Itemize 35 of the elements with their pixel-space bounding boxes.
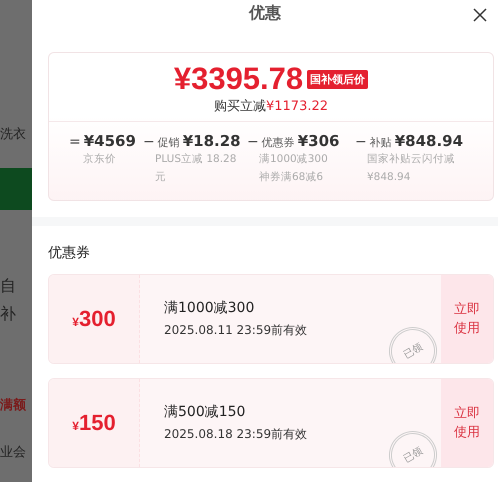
breakdown-label: 补贴 bbox=[370, 135, 392, 150]
operator-sign: − bbox=[247, 134, 259, 150]
close-icon[interactable] bbox=[472, 7, 488, 23]
breakdown-amount: ¥18.28 bbox=[182, 132, 241, 150]
background-text: 满额 bbox=[0, 396, 27, 414]
panel-title: 优惠 bbox=[249, 2, 281, 24]
breakdown-note: PLUS立减 18.28元 bbox=[154, 152, 238, 186]
coupon-validity: 2025.08.11 23:59前有效 bbox=[164, 322, 308, 339]
coupon-amount: ¥300 bbox=[72, 306, 116, 332]
operator-sign: − bbox=[143, 134, 155, 150]
background-text: 洗衣 bbox=[0, 126, 27, 143]
saving-text: 购买立减¥1173.22 bbox=[214, 98, 328, 116]
breakdown-note: 京东价 bbox=[82, 152, 117, 168]
background-text: 业会 bbox=[0, 444, 27, 461]
background-text: 自 bbox=[0, 276, 17, 297]
breakdown-label: 优惠券 bbox=[262, 135, 295, 150]
section-heading: 优惠券 bbox=[48, 244, 91, 262]
operator-sign: = bbox=[69, 134, 81, 150]
coupon-amount: ¥150 bbox=[72, 410, 116, 436]
coupon-validity: 2025.08.18 23:59前有效 bbox=[164, 426, 308, 443]
breakdown-note: 神券满68减6 bbox=[258, 170, 324, 186]
breakdown-note: 国家补贴云闪付减¥848.94 bbox=[366, 152, 456, 186]
use-now-button[interactable]: 立即使用 bbox=[441, 275, 493, 363]
breakdown-label: 促销 bbox=[158, 135, 180, 150]
background-text: 补 bbox=[0, 304, 17, 325]
operator-sign: − bbox=[355, 134, 367, 150]
breakdown-amount: ¥4569 bbox=[84, 132, 136, 150]
use-now-button[interactable]: 立即使用 bbox=[441, 379, 493, 467]
breakdown-amount: ¥848.94 bbox=[394, 132, 464, 150]
coupon-condition: 满1000减300 bbox=[164, 299, 256, 317]
coupon-condition: 满500减150 bbox=[164, 403, 246, 421]
final-price: ¥3395.78 bbox=[174, 61, 304, 98]
breakdown-amount: ¥306 bbox=[298, 132, 340, 150]
breakdown-note: 满1000减300 bbox=[258, 152, 329, 168]
price-tag: 国补领后价 bbox=[307, 70, 368, 89]
